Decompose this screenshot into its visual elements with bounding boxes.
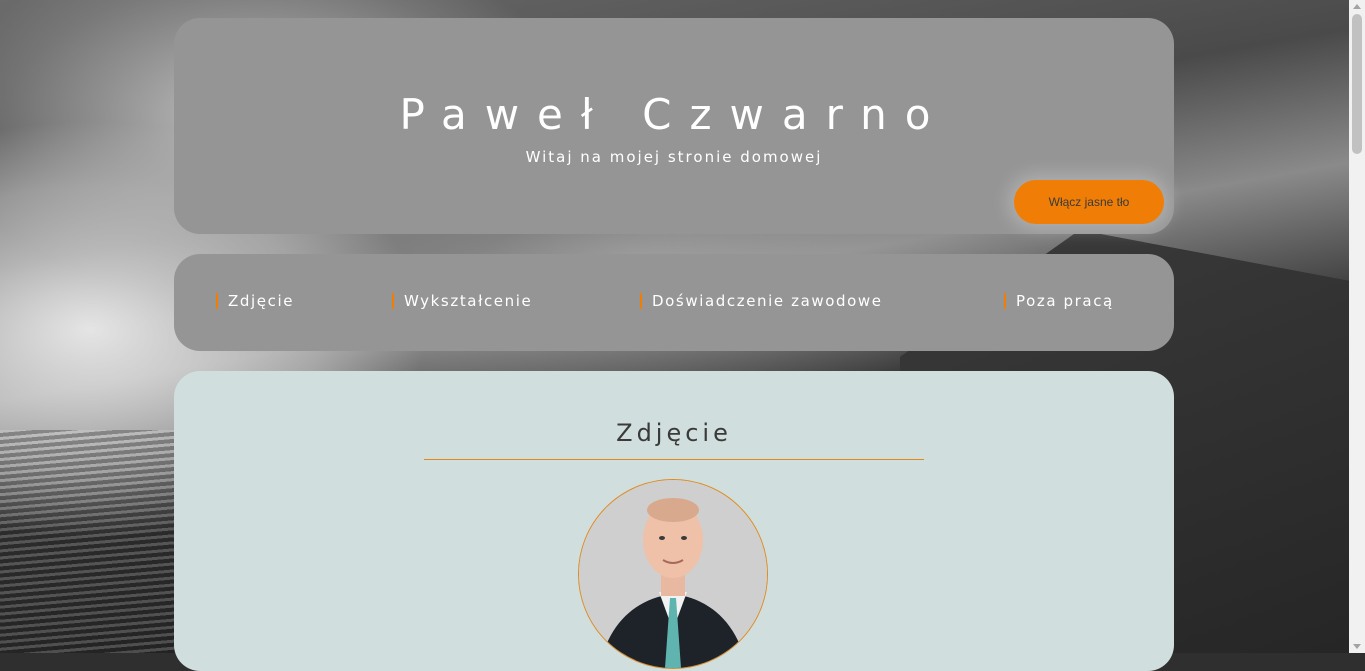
nav-marker bbox=[216, 293, 218, 309]
nav-marker bbox=[640, 293, 642, 309]
page-title: Paweł Czwarno bbox=[399, 90, 949, 139]
scrollbar-thumb[interactable] bbox=[1352, 14, 1362, 154]
section-title: Zdjęcie bbox=[616, 419, 732, 447]
photo-section: Zdjęcie bbox=[174, 371, 1174, 671]
vertical-scrollbar[interactable] bbox=[1349, 0, 1365, 653]
nav-item-education[interactable]: Wykształcenie bbox=[392, 292, 532, 310]
nav-item-experience[interactable]: Doświadczenie zawodowe bbox=[640, 292, 883, 310]
page-subtitle: Witaj na mojej stronie domowej bbox=[525, 148, 823, 166]
nav-item-label: Poza pracą bbox=[1016, 292, 1114, 310]
scroll-up-icon[interactable] bbox=[1353, 4, 1361, 9]
nav-item-label: Zdjęcie bbox=[228, 292, 295, 310]
nav-item-after-work[interactable]: Poza pracą bbox=[1004, 292, 1114, 310]
nav-marker bbox=[1004, 293, 1006, 309]
nav-marker bbox=[392, 293, 394, 309]
nav-item-label: Wykształcenie bbox=[404, 292, 533, 310]
profile-photo bbox=[578, 479, 768, 669]
header-card: Paweł Czwarno Witaj na mojej stronie dom… bbox=[174, 18, 1174, 234]
nav-item-label: Doświadczenie zawodowe bbox=[652, 292, 883, 310]
scroll-down-icon[interactable] bbox=[1353, 644, 1361, 649]
light-background-toggle-button[interactable]: Włącz jasne tło bbox=[1014, 180, 1164, 224]
section-divider bbox=[424, 459, 924, 460]
nav-item-photo[interactable]: Zdjęcie bbox=[216, 292, 294, 310]
navigation-card: Zdjęcie Wykształcenie Doświadczenie zawo… bbox=[174, 254, 1174, 351]
